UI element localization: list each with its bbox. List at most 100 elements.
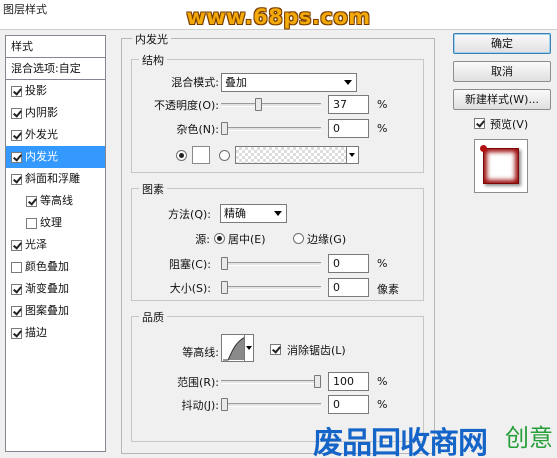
style-checkbox[interactable] <box>11 283 22 295</box>
opacity-input[interactable]: 37 <box>328 95 369 114</box>
jitter-input[interactable]: 0 <box>328 395 369 414</box>
panel-title: 内发光 <box>132 31 171 47</box>
jitter-unit: % <box>377 398 388 411</box>
choke-slider-thumb[interactable] <box>221 257 228 270</box>
blend-options-item[interactable]: 混合选项:自定 <box>6 58 105 80</box>
style-list-item[interactable]: 投影 <box>6 80 105 102</box>
gradient-radio[interactable] <box>219 150 230 161</box>
size-input[interactable]: 0 <box>328 278 369 297</box>
style-list-item[interactable]: 渐变叠加 <box>6 278 105 300</box>
style-list-item[interactable]: 内发光 <box>6 146 105 168</box>
style-list-item[interactable]: 光泽 <box>6 234 105 256</box>
contour-picker[interactable] <box>221 334 254 362</box>
style-list-item[interactable]: 斜面和浮雕 <box>6 168 105 190</box>
style-item-label: 斜面和浮雕 <box>25 172 80 185</box>
style-checkbox[interactable] <box>11 129 22 141</box>
range-input[interactable]: 100 <box>328 372 369 391</box>
noise-input[interactable]: 0 <box>328 119 369 138</box>
opacity-label: 不透明度(O): <box>154 99 219 112</box>
style-checkbox[interactable] <box>11 85 22 97</box>
style-list: 样式 混合选项:自定 投影内阴影外发光内发光斜面和浮雕等高线纹理光泽颜色叠加渐变… <box>5 35 106 452</box>
style-list-item[interactable]: 内阴影 <box>6 102 105 124</box>
size-slider-thumb[interactable] <box>221 281 228 294</box>
method-select[interactable]: 精确 <box>220 204 287 223</box>
jitter-slider-thumb[interactable] <box>221 398 228 411</box>
new-style-button[interactable]: 新建样式(W)... <box>453 89 551 110</box>
style-checkbox[interactable] <box>11 305 22 317</box>
style-checkbox[interactable] <box>26 195 37 207</box>
gradient-picker[interactable] <box>235 146 359 164</box>
source-center-radio[interactable] <box>214 233 225 244</box>
style-list-item[interactable]: 颜色叠加 <box>6 256 105 278</box>
range-slider[interactable] <box>221 375 321 388</box>
size-label: 大小(S): <box>169 282 211 295</box>
style-checkbox[interactable] <box>11 327 22 339</box>
opacity-slider-thumb[interactable] <box>255 98 262 111</box>
chevron-down-icon <box>346 147 358 163</box>
elements-group: 图素 方法(Q): 精确 源: 居中(E) 边缘(G) 阻塞(C): 0 % 大… <box>131 181 424 301</box>
source-center-label[interactable]: 居中(E) <box>228 231 266 247</box>
source-label: 源: <box>195 233 210 246</box>
style-list-item[interactable]: 外发光 <box>6 124 105 146</box>
range-unit: % <box>377 375 388 388</box>
blend-mode-select[interactable]: 叠加 <box>221 73 357 92</box>
style-checkbox[interactable] <box>11 173 22 185</box>
style-list-item[interactable]: 纹理 <box>6 212 105 234</box>
style-checkbox[interactable] <box>11 107 22 119</box>
noise-slider[interactable] <box>221 122 321 135</box>
glow-color-swatch[interactable] <box>192 146 210 164</box>
choke-label: 阻塞(C): <box>169 258 211 271</box>
preview-label[interactable]: 预览(V) <box>490 116 528 132</box>
jitter-label: 抖动(J): <box>181 399 219 412</box>
style-item-label: 外发光 <box>25 128 58 141</box>
size-unit: 像素 <box>377 283 399 296</box>
opacity-slider[interactable] <box>221 98 321 111</box>
cancel-button[interactable]: 取消 <box>453 61 551 82</box>
chevron-down-icon <box>274 211 282 216</box>
style-checkbox[interactable] <box>11 239 22 251</box>
layer-style-dialog: 样式 混合选项:自定 投影 内阴影 外发光 内发光 斜面和浮雕 等高线 纹理 光泽 颜色叠加 渐变… <box>0 30 557 458</box>
style-list-item[interactable]: 描边 <box>6 322 105 344</box>
opacity-unit: % <box>377 98 388 111</box>
choke-input[interactable]: 0 <box>328 254 369 273</box>
color-radio[interactable] <box>176 150 187 161</box>
range-slider-thumb[interactable] <box>314 375 321 388</box>
style-item-label: 颜色叠加 <box>25 260 69 273</box>
title-bar: 图层样式 www.68ps.com <box>0 0 557 30</box>
style-list-item[interactable]: 等高线 <box>6 190 105 212</box>
style-item-label: 描边 <box>25 326 47 339</box>
style-item-label: 等高线 <box>40 194 73 207</box>
source-edge-label[interactable]: 边缘(G) <box>307 231 346 247</box>
structure-title: 结构 <box>139 52 167 68</box>
choke-slider[interactable] <box>221 257 321 270</box>
noise-label: 杂色(N): <box>176 123 219 136</box>
jitter-slider[interactable] <box>221 398 321 411</box>
size-slider[interactable] <box>221 281 321 294</box>
style-list-header[interactable]: 样式 <box>6 36 105 58</box>
style-item-label: 图案叠加 <box>25 304 69 317</box>
style-item-label: 光泽 <box>25 238 47 251</box>
range-label: 范围(R): <box>177 376 219 389</box>
style-item-label: 渐变叠加 <box>25 282 69 295</box>
antialias-label[interactable]: 消除锯齿(L) <box>287 342 346 358</box>
style-list-item[interactable]: 图案叠加 <box>6 300 105 322</box>
style-item-label: 内阴影 <box>25 106 58 119</box>
elements-title: 图素 <box>139 181 167 197</box>
style-item-label: 投影 <box>25 84 47 97</box>
contour-curve-icon <box>223 336 246 361</box>
noise-unit: % <box>377 122 388 135</box>
preview-checkbox[interactable] <box>474 118 485 129</box>
watermark-text: www.68ps.com <box>186 5 371 29</box>
method-label: 方法(Q): <box>168 208 211 221</box>
noise-slider-thumb[interactable] <box>221 122 228 135</box>
antialias-checkbox[interactable] <box>270 344 281 355</box>
method-value: 精确 <box>224 207 246 220</box>
preview-square <box>483 148 519 184</box>
preview-dot <box>480 145 487 152</box>
source-edge-radio[interactable] <box>293 233 304 244</box>
chevron-down-icon <box>344 80 352 85</box>
ok-button[interactable]: 确定 <box>453 33 551 54</box>
style-checkbox[interactable] <box>26 217 37 229</box>
style-checkbox[interactable] <box>11 151 22 163</box>
style-checkbox[interactable] <box>11 261 22 273</box>
